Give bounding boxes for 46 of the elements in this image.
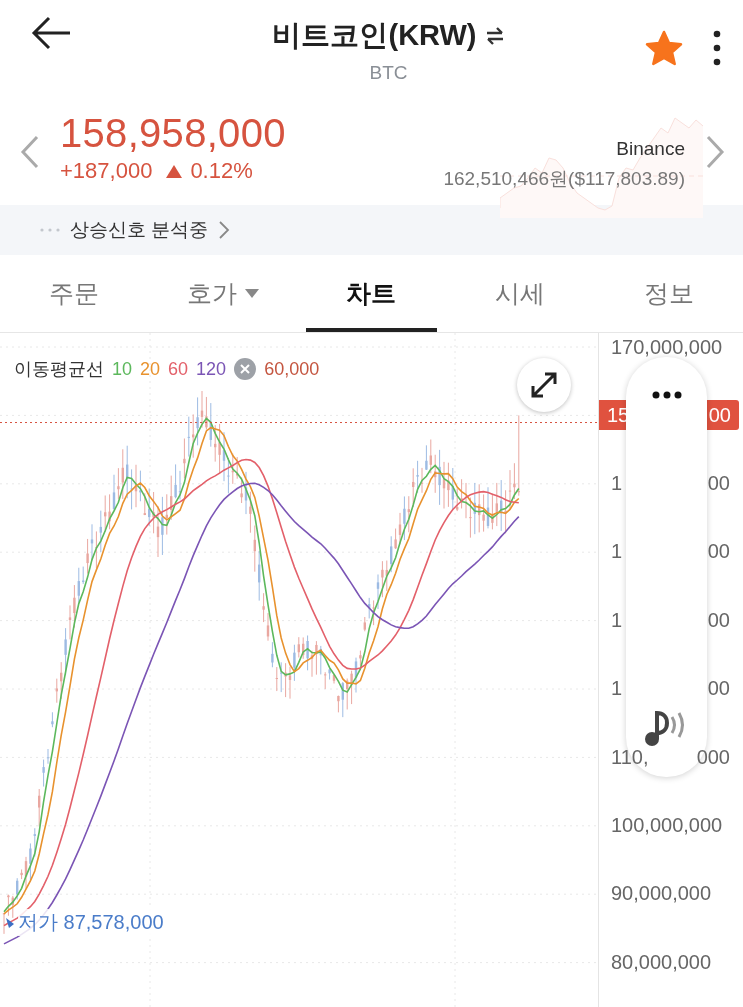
axis-label: 00 xyxy=(707,608,730,632)
change-rate: 0.12% xyxy=(166,158,253,184)
axis-label: 00 xyxy=(707,472,730,496)
coin-symbol: BTC xyxy=(369,62,408,84)
favorite-star-icon[interactable] xyxy=(645,30,683,66)
tab[interactable]: 차트 xyxy=(306,258,437,332)
arrow-icon xyxy=(6,917,14,928)
low-price-label: 저가 87,578,000 xyxy=(18,909,164,936)
axis-label: 90,000,000 xyxy=(611,882,712,906)
high-price-label: 60,000 xyxy=(264,358,320,380)
signal-text: 상승신호 분석중 xyxy=(70,218,209,242)
legend-item: 60 xyxy=(168,358,189,380)
axis-label: 170,000,000 xyxy=(611,335,723,359)
legend-title: 이동평균선 xyxy=(14,358,104,381)
axis-label: 000 xyxy=(696,745,730,769)
dots-icon xyxy=(40,228,60,232)
legend-item: 10 xyxy=(112,358,133,380)
exchange-price: 162,510,466원($117,803.89) xyxy=(443,166,685,191)
axis-label: 1 xyxy=(611,472,623,496)
axis-label: 1 xyxy=(611,608,623,632)
exchange-name: Binance xyxy=(616,137,685,160)
more-icon[interactable] xyxy=(713,30,721,66)
axis-label: 110, xyxy=(611,745,649,769)
axis-label: 80,000,000 xyxy=(611,950,712,974)
swap-icon[interactable] xyxy=(484,27,505,45)
tab[interactable]: 시세 xyxy=(454,258,586,332)
expand-icon xyxy=(529,370,559,400)
current-price: 158,958,000 xyxy=(60,111,287,156)
axis-label: 100,000,000 xyxy=(611,814,723,838)
close-icon[interactable] xyxy=(234,358,257,380)
legend-item: 120 xyxy=(196,358,227,380)
back-icon[interactable] xyxy=(30,16,72,50)
window-title: 비트코인(KRW) xyxy=(272,18,477,53)
price-change: +187,000 xyxy=(60,158,153,184)
axis-label: 00 xyxy=(707,540,730,564)
chevron-right-icon xyxy=(218,220,231,240)
tab[interactable]: 정보 xyxy=(603,258,734,332)
tab[interactable]: 주문 xyxy=(9,258,140,332)
expand-button[interactable] xyxy=(517,358,571,412)
more-icon[interactable] xyxy=(651,391,682,399)
legend-item: 20 xyxy=(140,358,161,380)
axis-label: 1 xyxy=(611,540,623,564)
tab[interactable]: 호가 xyxy=(157,258,289,332)
axis-label: 00 xyxy=(707,677,730,701)
signal-banner[interactable]: 상승신호 분석중 xyxy=(0,205,743,255)
axis-label: 1 xyxy=(611,677,623,701)
